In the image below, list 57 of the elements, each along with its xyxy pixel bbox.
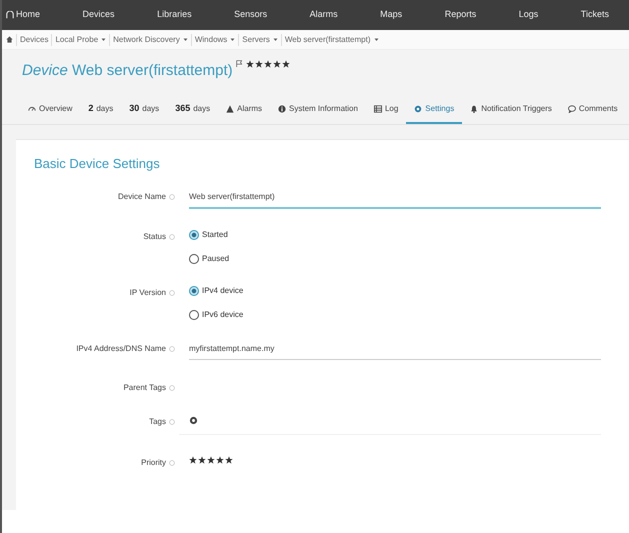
menu-link[interactable]: Maps	[380, 8, 402, 22]
tab[interactable]: Alarms	[218, 96, 270, 124]
field-label: Tags	[149, 416, 166, 428]
help-icon	[169, 460, 175, 466]
menu-link[interactable]: Reports	[444, 8, 476, 22]
warning-icon	[226, 104, 234, 113]
tab[interactable]: Notification Triggers	[462, 96, 560, 124]
menu-link[interactable]: Logs	[518, 8, 538, 22]
breadcrumb-link[interactable]: Windows	[190, 34, 228, 46]
menu-link[interactable]: Sensors	[234, 8, 268, 22]
tab[interactable]: Log	[366, 96, 406, 124]
comment-icon	[568, 104, 576, 113]
breadcrumb-link[interactable]: Local Probe	[51, 34, 98, 46]
section-title: Basic Device Settings	[34, 154, 161, 173]
breadcrumb-link[interactable]: Devices	[16, 34, 48, 46]
field-label: Priority	[141, 456, 166, 468]
list-icon	[374, 104, 382, 113]
help-icon	[169, 346, 175, 352]
breadcrumb-link[interactable]: Web server(firstattempt)	[280, 34, 371, 46]
menu-link[interactable]: Libraries	[157, 8, 192, 22]
field-label: Device Name	[118, 191, 166, 203]
menu-link[interactable]: Devices	[82, 8, 115, 22]
radio-label: Paused	[202, 253, 230, 265]
field-label: Parent Tags	[123, 382, 166, 394]
help-icon	[169, 419, 175, 425]
bell-icon	[470, 104, 478, 113]
menu-link[interactable]: Alarms	[310, 8, 338, 22]
flag-icon	[236, 60, 243, 67]
field-label: IP Version	[130, 287, 166, 299]
info-icon	[278, 104, 286, 113]
tab[interactable]: Overview	[20, 96, 80, 124]
help-icon	[169, 234, 175, 240]
radio-button[interactable]	[189, 254, 199, 264]
help-icon	[169, 194, 175, 200]
text-field[interactable]: myfirstattempt.name.my	[189, 341, 601, 360]
gauge-icon	[28, 104, 36, 113]
radio-label: Started	[202, 229, 228, 241]
menu-link[interactable]: Tickets	[580, 8, 609, 22]
breadcrumb-link[interactable]: Servers	[238, 34, 270, 46]
radio-label: IPv4 device	[202, 285, 244, 297]
tab[interactable]: System Information	[270, 96, 366, 124]
tab[interactable]: 365 days	[167, 96, 218, 124]
text-field[interactable]: Web server(firstattempt)	[189, 189, 601, 209]
help-icon	[169, 385, 175, 391]
breadcrumb-link[interactable]: Network Discovery	[109, 34, 180, 46]
tab[interactable]: Comments	[560, 96, 626, 124]
menu-link[interactable]: Home	[6, 8, 40, 22]
radio-button[interactable]	[189, 230, 199, 240]
field-label: Status	[143, 231, 166, 243]
field-label: IPv4 Address/DNS Name	[76, 343, 166, 355]
device-title: Device Web server(firstattempt)	[22, 61, 233, 81]
radio-button[interactable]	[189, 286, 199, 296]
radio-button[interactable]	[189, 310, 199, 320]
tab[interactable]: 30 days	[121, 96, 168, 124]
help-icon	[169, 290, 175, 296]
tab[interactable]: 2 days	[80, 96, 122, 124]
radio-label: IPv6 device	[202, 309, 244, 321]
